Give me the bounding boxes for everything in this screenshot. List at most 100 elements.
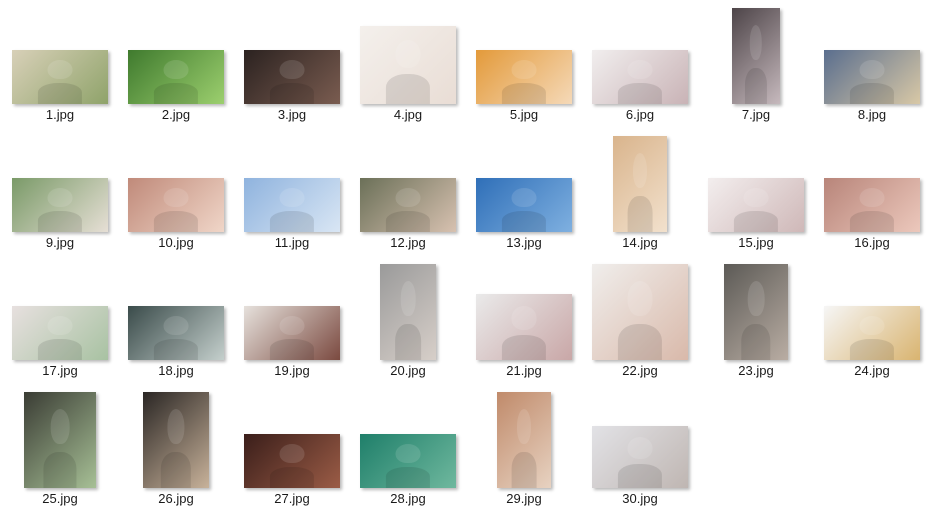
file-name-label: 3.jpg xyxy=(277,107,307,122)
thumbnail-frame xyxy=(582,256,698,360)
thumbnail-frame xyxy=(2,0,118,104)
image-thumbnail[interactable] xyxy=(476,294,572,360)
image-thumbnail[interactable] xyxy=(128,50,224,104)
thumbnail-frame xyxy=(814,128,928,232)
thumbnail-frame xyxy=(814,256,928,360)
thumbnail-frame xyxy=(234,384,350,488)
image-thumbnail[interactable] xyxy=(592,50,688,104)
image-thumbnail[interactable] xyxy=(592,264,688,360)
file-item[interactable]: 14.jpg xyxy=(582,128,698,256)
image-thumbnail[interactable] xyxy=(244,434,340,488)
file-name-label: 2.jpg xyxy=(161,107,191,122)
image-thumbnail[interactable] xyxy=(613,136,667,232)
file-item[interactable]: 20.jpg xyxy=(350,256,466,384)
thumbnail-frame xyxy=(698,128,814,232)
file-item[interactable]: 27.jpg xyxy=(234,384,350,512)
image-thumbnail[interactable] xyxy=(824,50,920,104)
file-item[interactable]: 17.jpg xyxy=(2,256,118,384)
thumbnail-frame xyxy=(350,256,466,360)
file-name-label: 25.jpg xyxy=(42,491,78,506)
image-thumbnail[interactable] xyxy=(592,426,688,488)
file-name-label: 27.jpg xyxy=(274,491,310,506)
file-item[interactable]: 9.jpg xyxy=(2,128,118,256)
file-name-label: 14.jpg xyxy=(622,235,658,250)
file-item[interactable]: 13.jpg xyxy=(466,128,582,256)
image-thumbnail[interactable] xyxy=(12,178,108,232)
file-item[interactable]: 29.jpg xyxy=(466,384,582,512)
file-item[interactable]: 5.jpg xyxy=(466,0,582,128)
file-name-label: 17.jpg xyxy=(42,363,78,378)
file-item[interactable]: 26.jpg xyxy=(118,384,234,512)
file-item[interactable]: 25.jpg xyxy=(2,384,118,512)
file-name-label: 20.jpg xyxy=(390,363,426,378)
file-name-label: 7.jpg xyxy=(741,107,771,122)
thumbnail-frame xyxy=(350,0,466,104)
image-thumbnail[interactable] xyxy=(12,50,108,104)
image-thumbnail[interactable] xyxy=(380,264,436,360)
file-name-label: 9.jpg xyxy=(45,235,75,250)
image-thumbnail[interactable] xyxy=(360,178,456,232)
image-thumbnail[interactable] xyxy=(476,50,572,104)
thumbnail-frame xyxy=(582,128,698,232)
file-name-label: 30.jpg xyxy=(622,491,658,506)
thumbnail-frame xyxy=(466,384,582,488)
image-thumbnail[interactable] xyxy=(244,306,340,360)
file-item[interactable]: 15.jpg xyxy=(698,128,814,256)
thumbnail-frame xyxy=(2,256,118,360)
image-thumbnail[interactable] xyxy=(824,306,920,360)
file-item[interactable]: 30.jpg xyxy=(582,384,698,512)
file-item[interactable]: 21.jpg xyxy=(466,256,582,384)
image-thumbnail[interactable] xyxy=(724,264,788,360)
image-thumbnail[interactable] xyxy=(476,178,572,232)
file-item[interactable]: 24.jpg xyxy=(814,256,928,384)
file-item[interactable]: 2.jpg xyxy=(118,0,234,128)
file-name-label: 22.jpg xyxy=(622,363,658,378)
file-name-label: 16.jpg xyxy=(854,235,890,250)
file-item[interactable]: 10.jpg xyxy=(118,128,234,256)
file-grid: 1.jpg 2.jpg 3.jpg 4.jpg 5.jpg 6.jpg 7.jpg 8.jpg… xyxy=(0,0,928,516)
image-thumbnail[interactable] xyxy=(244,50,340,104)
image-thumbnail[interactable] xyxy=(497,392,551,488)
file-name-label: 23.jpg xyxy=(738,363,774,378)
file-item[interactable]: 23.jpg xyxy=(698,256,814,384)
file-item[interactable]: 19.jpg xyxy=(234,256,350,384)
file-name-label: 5.jpg xyxy=(509,107,539,122)
image-thumbnail[interactable] xyxy=(732,8,780,104)
image-thumbnail[interactable] xyxy=(128,306,224,360)
image-thumbnail[interactable] xyxy=(244,178,340,232)
thumbnail-frame xyxy=(698,256,814,360)
thumbnail-frame xyxy=(118,128,234,232)
thumbnail-frame xyxy=(814,0,928,104)
image-thumbnail[interactable] xyxy=(143,392,209,488)
file-item[interactable]: 16.jpg xyxy=(814,128,928,256)
image-thumbnail[interactable] xyxy=(824,178,920,232)
file-item[interactable]: 4.jpg xyxy=(350,0,466,128)
thumbnail-frame xyxy=(466,256,582,360)
file-item[interactable]: 28.jpg xyxy=(350,384,466,512)
thumbnail-frame xyxy=(582,0,698,104)
file-item[interactable]: 3.jpg xyxy=(234,0,350,128)
image-thumbnail[interactable] xyxy=(708,178,804,232)
image-thumbnail[interactable] xyxy=(128,178,224,232)
image-thumbnail[interactable] xyxy=(360,26,456,104)
file-item[interactable]: 12.jpg xyxy=(350,128,466,256)
file-item[interactable]: 1.jpg xyxy=(2,0,118,128)
thumbnail-frame xyxy=(2,384,118,488)
file-item[interactable]: 18.jpg xyxy=(118,256,234,384)
thumbnail-frame xyxy=(350,384,466,488)
thumbnail-frame xyxy=(118,0,234,104)
file-item[interactable]: 8.jpg xyxy=(814,0,928,128)
thumbnail-frame xyxy=(234,128,350,232)
file-item[interactable]: 22.jpg xyxy=(582,256,698,384)
image-thumbnail[interactable] xyxy=(360,434,456,488)
thumbnail-frame xyxy=(118,384,234,488)
thumbnail-frame xyxy=(2,128,118,232)
file-item[interactable]: 11.jpg xyxy=(234,128,350,256)
thumbnail-frame xyxy=(466,128,582,232)
thumbnail-frame xyxy=(234,0,350,104)
image-thumbnail[interactable] xyxy=(12,306,108,360)
image-thumbnail[interactable] xyxy=(24,392,96,488)
file-name-label: 15.jpg xyxy=(738,235,774,250)
file-item[interactable]: 7.jpg xyxy=(698,0,814,128)
file-item[interactable]: 6.jpg xyxy=(582,0,698,128)
